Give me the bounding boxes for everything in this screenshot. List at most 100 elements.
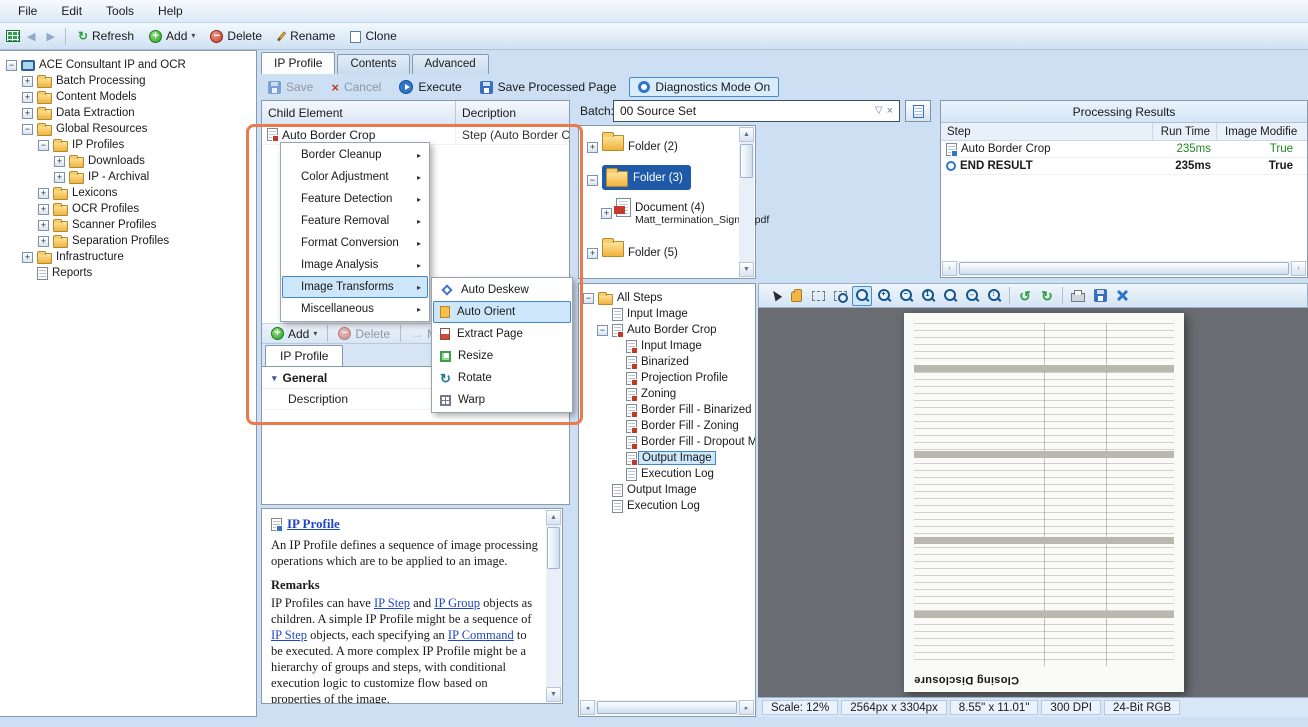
menu-item-image-analysis[interactable]: Image Analysis ▸ bbox=[282, 254, 428, 276]
tree-item-global-resources[interactable]: − Global Resources bbox=[0, 121, 256, 137]
tree-item-ip-archival[interactable]: + IP - Archival bbox=[0, 169, 256, 185]
help-scrollbar[interactable]: ▲ ▼ bbox=[546, 510, 561, 702]
filter-icon[interactable]: ▽ bbox=[875, 106, 883, 116]
batch-select[interactable]: 00 Source Set ▽ × bbox=[613, 100, 900, 122]
batch-item-document-4[interactable]: + Document (4) Matt_termination_Signed.p… bbox=[579, 198, 755, 238]
menu-item-border-cleanup[interactable]: Border Cleanup ▸ bbox=[282, 144, 428, 166]
back-button[interactable]: ◀ bbox=[23, 28, 39, 45]
collapse-icon[interactable]: − bbox=[38, 140, 49, 151]
submenu-item-extract-page[interactable]: Extract Page bbox=[433, 323, 571, 345]
actual-size-button[interactable]: 1 bbox=[918, 286, 938, 306]
expand-icon[interactable]: + bbox=[54, 172, 65, 183]
collapse-icon[interactable]: − bbox=[583, 293, 594, 304]
steps-item-binarized[interactable]: Binarized bbox=[579, 354, 755, 370]
expand-icon[interactable]: + bbox=[587, 142, 598, 153]
steps-horizontal-scrollbar[interactable]: ◂ ▸ bbox=[580, 700, 754, 715]
column-header-step[interactable]: Step bbox=[941, 123, 1153, 140]
results-row[interactable]: Auto Border Crop 235ms True bbox=[941, 141, 1307, 158]
rotate-right-button[interactable]: ↻ bbox=[1037, 286, 1057, 306]
tree-item-batch-processing[interactable]: + Batch Processing bbox=[0, 73, 256, 89]
steps-item-execution-log[interactable]: Execution Log bbox=[579, 466, 755, 482]
tree-item-separation-profiles[interactable]: + Separation Profiles bbox=[0, 233, 256, 249]
print-button[interactable] bbox=[1068, 286, 1088, 306]
expand-icon[interactable]: + bbox=[38, 204, 49, 215]
fit-page-button[interactable] bbox=[940, 286, 960, 306]
add-button[interactable]: + Add ▾ bbox=[143, 26, 201, 46]
tree-item-ocr-profiles[interactable]: + OCR Profiles bbox=[0, 201, 256, 217]
ip-command-link[interactable]: IP Command bbox=[448, 628, 514, 642]
tree-item-downloads[interactable]: + Downloads bbox=[0, 153, 256, 169]
menu-item-color-adjustment[interactable]: Color Adjustment ▸ bbox=[282, 166, 428, 188]
expand-icon[interactable]: + bbox=[601, 208, 612, 219]
add-child-button[interactable]: + Add ▾ bbox=[266, 326, 322, 342]
batch-scrollbar[interactable]: ▲ ▼ bbox=[739, 127, 754, 277]
expand-icon[interactable]: + bbox=[22, 76, 33, 87]
expand-icon[interactable]: + bbox=[22, 252, 33, 263]
viewer-settings-button[interactable] bbox=[1112, 286, 1132, 306]
steps-item-execution-log-2[interactable]: Execution Log bbox=[579, 498, 755, 514]
tree-item-root[interactable]: − ACE Consultant IP and OCR bbox=[0, 57, 256, 73]
menu-item-feature-detection[interactable]: Feature Detection ▸ bbox=[282, 188, 428, 210]
fit-width-button[interactable]: ↔ bbox=[962, 286, 982, 306]
steps-item-all-steps[interactable]: − All Steps bbox=[579, 290, 755, 306]
menu-file[interactable]: File bbox=[6, 1, 49, 21]
selected-batch-item[interactable]: Folder (3) bbox=[602, 165, 691, 190]
steps-item-projection-profile[interactable]: Projection Profile bbox=[579, 370, 755, 386]
document-preview[interactable]: Closing Disclosure bbox=[904, 313, 1184, 692]
zoom-region-button[interactable] bbox=[830, 286, 850, 306]
expand-icon[interactable]: + bbox=[38, 220, 49, 231]
help-title-link[interactable]: IP Profile bbox=[287, 516, 340, 533]
zoom-tool-button[interactable] bbox=[852, 286, 872, 306]
save-button[interactable]: Save bbox=[263, 78, 318, 96]
scroll-left-button[interactable]: ◂ bbox=[580, 700, 595, 715]
select-region-button[interactable] bbox=[808, 286, 828, 306]
fit-height-button[interactable]: ↕ bbox=[984, 286, 1004, 306]
image-viewer-canvas[interactable]: Closing Disclosure bbox=[758, 308, 1308, 697]
forward-button[interactable]: ▶ bbox=[42, 28, 58, 45]
collapse-icon[interactable]: − bbox=[597, 325, 608, 336]
rotate-left-button[interactable]: ↺ bbox=[1015, 286, 1035, 306]
collapse-icon[interactable]: − bbox=[6, 60, 17, 71]
zoom-in-button[interactable]: + bbox=[874, 286, 894, 306]
steps-item-border-fill-zoning[interactable]: Border Fill - Zoning bbox=[579, 418, 755, 434]
expand-icon[interactable]: + bbox=[54, 156, 65, 167]
column-header-run-time[interactable]: Run Time bbox=[1153, 123, 1217, 140]
submenu-item-auto-orient[interactable]: Auto Orient bbox=[433, 301, 571, 323]
clone-button[interactable]: Clone bbox=[344, 26, 402, 46]
tree-item-scanner-profiles[interactable]: + Scanner Profiles bbox=[0, 217, 256, 233]
rename-button[interactable]: Rename bbox=[271, 26, 341, 46]
tree-item-infrastructure[interactable]: + Infrastructure bbox=[0, 249, 256, 265]
steps-item-border-fill-dropout[interactable]: Border Fill - Dropout Mas bbox=[579, 434, 755, 450]
scroll-thumb[interactable] bbox=[597, 701, 737, 714]
scroll-left-button[interactable]: ‹ bbox=[942, 261, 957, 276]
submenu-item-rotate[interactable]: ↻ Rotate bbox=[433, 367, 571, 389]
scroll-up-button[interactable]: ▲ bbox=[546, 510, 561, 525]
steps-item-auto-border-crop[interactable]: − Auto Border Crop bbox=[579, 322, 755, 338]
results-row-end[interactable]: END RESULT 235ms True bbox=[941, 158, 1307, 175]
delete-child-button[interactable]: − Delete bbox=[333, 326, 395, 342]
tab-contents[interactable]: Contents bbox=[337, 54, 409, 74]
batch-browse-button[interactable] bbox=[905, 100, 931, 122]
save-processed-page-button[interactable]: Save Processed Page bbox=[475, 78, 622, 96]
zoom-out-button[interactable]: − bbox=[896, 286, 916, 306]
tab-advanced[interactable]: Advanced bbox=[412, 54, 489, 74]
scroll-thumb[interactable] bbox=[547, 527, 560, 569]
submenu-item-auto-deskew[interactable]: Auto Deskew bbox=[433, 279, 571, 301]
ip-group-link[interactable]: IP Group bbox=[434, 596, 480, 610]
expand-icon[interactable]: + bbox=[38, 188, 49, 199]
steps-item-input-image[interactable]: Input Image bbox=[579, 306, 755, 322]
tree-item-reports[interactable]: Reports bbox=[0, 265, 256, 281]
collapse-icon[interactable]: − bbox=[587, 175, 598, 186]
scroll-down-button[interactable]: ▼ bbox=[739, 262, 754, 277]
scroll-thumb[interactable] bbox=[740, 144, 753, 178]
column-header-child-element[interactable]: Child Element bbox=[262, 101, 456, 124]
menu-item-feature-removal[interactable]: Feature Removal ▸ bbox=[282, 210, 428, 232]
batch-item-folder-3[interactable]: − Folder (3) bbox=[579, 165, 755, 198]
tab-ip-profile[interactable]: IP Profile bbox=[261, 52, 335, 74]
ip-step-link[interactable]: IP Step bbox=[374, 596, 410, 610]
diagnostics-mode-toggle[interactable]: Diagnostics Mode On bbox=[629, 77, 779, 97]
save-image-button[interactable] bbox=[1090, 286, 1110, 306]
scroll-right-button[interactable]: ▸ bbox=[739, 700, 754, 715]
batch-item-folder-5[interactable]: + Folder (5) bbox=[579, 238, 755, 271]
steps-item-output-image[interactable]: Output Image bbox=[579, 482, 755, 498]
